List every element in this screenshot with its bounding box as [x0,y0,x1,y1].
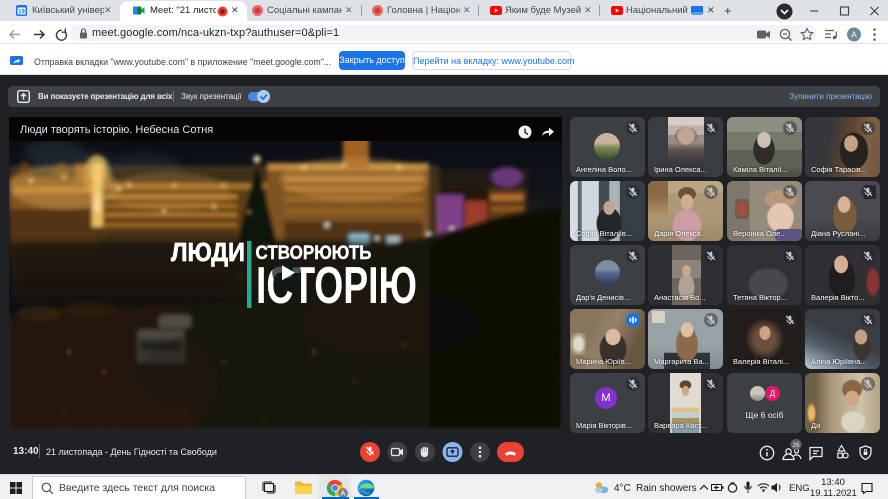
svg-text:Люди творять історію. Небесна: Люди творять історію. Небесна Сотня [20,124,213,136]
svg-text:26: 26 [792,442,800,449]
svg-text:A: A [851,29,857,39]
svg-text:ЛЮДИ: ЛЮДИ [171,237,245,267]
svg-text:19: 19 [18,10,25,16]
